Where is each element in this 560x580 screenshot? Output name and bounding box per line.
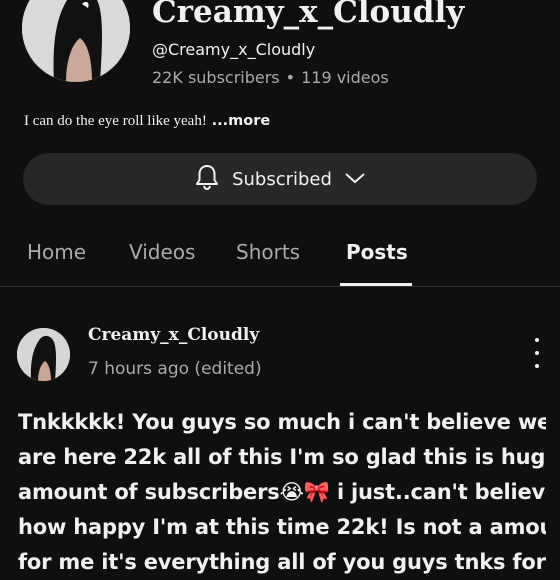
channel-tabs: Home Videos Shorts Posts — [0, 228, 560, 287]
tab-shorts[interactable]: Shorts — [236, 240, 300, 264]
post-timestamp: 7 hours ago (edited) — [88, 359, 262, 379]
video-count: 119 videos — [301, 68, 389, 87]
more-options-icon[interactable] — [526, 338, 548, 368]
post-line-part: i just..can't believe — [329, 480, 546, 504]
channel-handle: @Creamy_x_Cloudly — [152, 40, 316, 59]
stats-separator: • — [285, 68, 296, 87]
tab-posts[interactable]: Posts — [346, 240, 408, 264]
channel-avatar[interactable] — [22, 0, 130, 82]
tab-videos[interactable]: Videos — [129, 240, 195, 264]
post-line: how happy I'm at this time 22k! Is not a… — [18, 515, 546, 539]
ribbon-emoji: 🎀 — [303, 480, 330, 504]
crying-face-emoji: 😭 — [279, 480, 305, 504]
post-author-avatar[interactable] — [17, 328, 70, 381]
post-line: for me it's everything all of you guys t… — [18, 550, 546, 574]
subscribed-label: Subscribed — [232, 168, 332, 190]
subscriber-count: 22K subscribers — [152, 68, 280, 87]
chevron-down-icon — [344, 170, 366, 189]
channel-name: Creamy_x_Cloudly — [152, 0, 465, 30]
bell-icon — [194, 163, 220, 195]
active-tab-indicator — [340, 283, 412, 286]
description-text: I can do the eye roll like yeah! — [24, 113, 207, 129]
subscribed-button[interactable]: Subscribed — [23, 153, 537, 205]
post-line: amount of subscribers😭🎀 i just..can't be… — [18, 475, 546, 510]
post-text: Tnkkkkk! You guys so much i can't believ… — [18, 405, 546, 580]
more-link[interactable]: ...more — [212, 113, 271, 129]
channel-description[interactable]: I can do the eye roll like yeah! ...more — [24, 111, 270, 130]
post-line-part: amount of subscribers — [18, 480, 280, 504]
post-author-name[interactable]: Creamy_x_Cloudly — [88, 325, 259, 345]
post-line: Tnkkkkk! You guys so much i can't believ… — [18, 410, 546, 434]
channel-stats: 22K subscribers • 119 videos — [152, 68, 389, 87]
tab-home[interactable]: Home — [27, 240, 86, 264]
post-line: are here 22k all of this I'm so glad thi… — [18, 445, 546, 469]
